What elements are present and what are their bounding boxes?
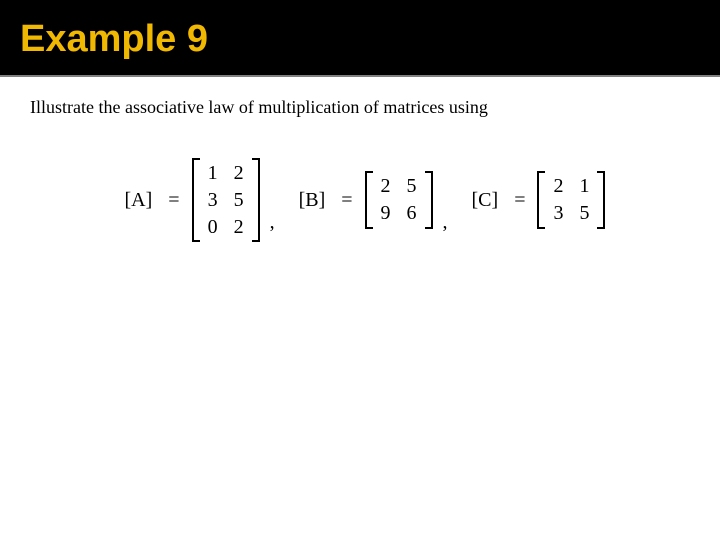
matrix-a: 1 2 3 5 0 2	[192, 158, 260, 242]
matrix-a-grid: 1 2 3 5 0 2	[200, 158, 252, 242]
matrix-cell: 5	[579, 202, 589, 225]
comma: ,	[443, 211, 448, 242]
comma: ,	[270, 211, 275, 242]
matrix-cell: 9	[381, 202, 391, 225]
matrix-cell: 3	[553, 202, 563, 225]
matrix-cell: 2	[234, 216, 244, 239]
matrix-c-label: [C]	[472, 189, 499, 212]
matrix-cell: 1	[579, 175, 589, 198]
equals-sign: =	[341, 189, 352, 212]
slide-header: Example 9	[0, 0, 720, 77]
matrix-b: 2 5 9 6	[365, 171, 433, 229]
slide-title: Example 9	[20, 18, 700, 61]
equals-sign: =	[514, 189, 525, 212]
matrix-cell: 1	[208, 162, 218, 185]
right-bracket-icon	[252, 158, 260, 242]
matrix-c: 2 1 3 5	[537, 171, 605, 229]
matrix-cell: 5	[234, 189, 244, 212]
matrix-b-grid: 2 5 9 6	[373, 171, 425, 229]
right-bracket-icon	[597, 171, 605, 229]
problem-statement: Illustrate the associative law of multip…	[30, 97, 690, 118]
matrix-b-label: [B]	[299, 189, 326, 212]
matrix-cell: 2	[553, 175, 563, 198]
matrix-cell: 2	[381, 175, 391, 198]
left-bracket-icon	[365, 171, 373, 229]
right-bracket-icon	[425, 171, 433, 229]
left-bracket-icon	[192, 158, 200, 242]
slide-body: Illustrate the associative law of multip…	[0, 77, 720, 262]
left-bracket-icon	[537, 171, 545, 229]
matrix-cell: 5	[407, 175, 417, 198]
matrix-cell: 0	[208, 216, 218, 239]
matrix-cell: 2	[234, 162, 244, 185]
matrix-cell: 6	[407, 202, 417, 225]
equals-sign: =	[168, 189, 179, 212]
matrices-row: [A] = 1 2 3 5 0 2 , [B] = 2 5 9 6	[30, 158, 690, 242]
matrix-cell: 3	[208, 189, 218, 212]
matrix-a-label: [A]	[125, 189, 153, 212]
matrix-c-grid: 2 1 3 5	[545, 171, 597, 229]
